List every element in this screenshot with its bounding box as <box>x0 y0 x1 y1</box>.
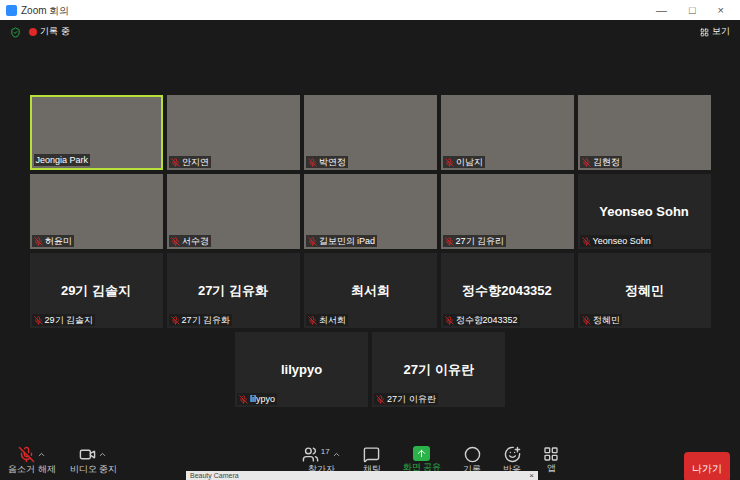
record-icon <box>464 446 481 463</box>
close-button[interactable]: × <box>529 471 534 480</box>
view-button[interactable]: 보기 <box>700 25 730 39</box>
recording-dot-icon <box>29 28 37 36</box>
participant-tile[interactable]: 허윤미 <box>30 174 163 249</box>
security-shield-icon[interactable] <box>10 27 21 38</box>
mic-off-icon <box>171 158 180 167</box>
grid-icon <box>700 28 709 37</box>
participant-tile[interactable]: Jeongia Park <box>30 95 163 170</box>
participant-name-large: 27기 김유화 <box>198 281 268 301</box>
participant-name-large: 정혜민 <box>625 281 664 301</box>
participant-name-large: 최서희 <box>351 281 390 301</box>
participant-tile[interactable]: 27기 김유화 27기 김유화 <box>167 253 300 328</box>
participant-name-large: Yeonseo Sohn <box>599 202 689 222</box>
mic-off-icon <box>445 316 454 325</box>
recording-label: 기록 중 <box>40 25 70 39</box>
gallery-row: 29기 김솔지29기 김솔지27기 김유화27기 김유화최서희최서희정수향204… <box>30 253 711 328</box>
participant-tile[interactable]: 정혜민정혜민 <box>578 253 711 328</box>
zoom-window: Zoom 회의—□×기록 중보기Jeongia Park안지연박연정이남지김현정… <box>0 0 740 480</box>
beauty-camera-window[interactable]: Beauty Camera× <box>186 471 538 480</box>
caret-icon[interactable] <box>37 450 46 459</box>
window-control[interactable]: □ <box>689 2 696 19</box>
gallery-grid: Jeongia Park 안지연 박연정 이남지 김현정허윤미 서수경 길보민의 iPad 2… <box>0 95 740 407</box>
participant-tile[interactable]: 서수경 <box>167 174 300 249</box>
toolbar-button[interactable]: 비디오 중지 <box>70 446 118 475</box>
leave-button[interactable]: 나가기 <box>684 452 730 480</box>
participants-icon <box>302 446 319 463</box>
name-label: lilypyo <box>237 393 277 405</box>
mic-off-icon <box>34 316 43 325</box>
participant-tile[interactable]: Yeonseo Sohn Yeonseo Sohn <box>578 174 711 249</box>
name-label: 27기 이유란 <box>374 393 438 405</box>
participant-tile[interactable]: 27기 이유란 27기 이유란 <box>372 332 505 407</box>
name-label: Yeonseo Sohn <box>580 235 653 247</box>
mic-off-icon <box>582 316 591 325</box>
name-label: 서수경 <box>169 235 211 247</box>
window-control[interactable]: — <box>656 2 667 19</box>
name-label: 안지연 <box>169 156 211 168</box>
share-icon <box>413 446 430 461</box>
reactions-icon <box>504 446 521 463</box>
name-label: 김현정 <box>580 156 622 168</box>
mic-off-icon <box>308 316 317 325</box>
mic-off-icon <box>239 395 248 404</box>
meeting-area: 기록 중 보기 Jeongia Park 안지연 박연정 이남지 김현정허윤미 서수경 길보민의… <box>0 20 740 480</box>
caret-icon[interactable] <box>332 450 341 459</box>
name-label: 최서희 <box>306 314 348 326</box>
mic-off-icon <box>34 237 43 246</box>
participant-tile[interactable]: 김현정 <box>578 95 711 170</box>
participant-tile[interactable]: 안지연 <box>167 95 300 170</box>
gallery-row: lilypyo lilypyo 27기 이유란 27기 이유란 <box>235 332 505 407</box>
participant-name-large: 29기 김솔지 <box>61 281 131 301</box>
participant-tile[interactable]: 이남지 <box>441 95 574 170</box>
participant-tile[interactable]: 27기 김유리 <box>441 174 574 249</box>
chat-icon <box>363 446 380 463</box>
window-control[interactable]: × <box>718 2 724 19</box>
participant-name-large: lilypyo <box>281 360 322 380</box>
name-label: 정혜민 <box>580 314 622 326</box>
participant-tile[interactable]: 박연정 <box>304 95 437 170</box>
name-label: 정수향2043352 <box>443 314 520 326</box>
gallery-row: 허윤미서수경길보민의 iPad27기 김유리Yeonseo SohnYeonse… <box>30 174 711 249</box>
apps-icon <box>543 446 559 462</box>
participant-tile[interactable]: 29기 김솔지 29기 김솔지 <box>30 253 163 328</box>
name-label: 박연정 <box>306 156 348 168</box>
mic-off-icon <box>376 395 385 404</box>
participant-tile[interactable]: 길보민의 iPad <box>304 174 437 249</box>
mic-off-icon <box>171 316 180 325</box>
name-label: Jeongia Park <box>34 154 91 166</box>
gallery-row: Jeongia Park 안지연 박연정 이남지 김현정 <box>30 95 711 170</box>
zoom-logo-icon <box>6 5 17 16</box>
mic-off-icon <box>445 237 454 246</box>
name-label: 이남지 <box>443 156 485 168</box>
participant-tile[interactable]: lilypyo lilypyo <box>235 332 368 407</box>
toolbar-button[interactable]: 음소거 해제 <box>8 446 56 475</box>
name-label: 27기 김유리 <box>443 235 507 247</box>
camera-icon <box>79 446 96 463</box>
name-label: 길보민의 iPad <box>306 235 378 247</box>
participant-tile[interactable]: 정수향2043352 정수향2043352 <box>441 253 574 328</box>
mic-off-icon <box>582 158 591 167</box>
top-bar: 기록 중 보기 <box>0 20 740 44</box>
mic-off-icon <box>582 237 591 246</box>
participant-name-large: 27기 이유란 <box>403 360 473 380</box>
title-bar: Zoom 회의—□× <box>0 0 740 20</box>
name-label: 허윤미 <box>32 235 74 247</box>
participant-tile[interactable]: 최서희최서희 <box>304 253 437 328</box>
mic-off-icon <box>445 158 454 167</box>
mic-off-icon <box>308 237 317 246</box>
mic-off-icon <box>171 237 180 246</box>
toolbar-button[interactable]: 앱 <box>543 446 559 475</box>
name-label: 29기 김솔지 <box>32 314 96 326</box>
mic-off-icon <box>308 158 317 167</box>
caret-icon[interactable] <box>98 450 107 459</box>
name-label: 27기 김유화 <box>169 314 233 326</box>
participant-name-large: 정수향2043352 <box>462 281 552 301</box>
mic-off-icon <box>18 446 35 463</box>
